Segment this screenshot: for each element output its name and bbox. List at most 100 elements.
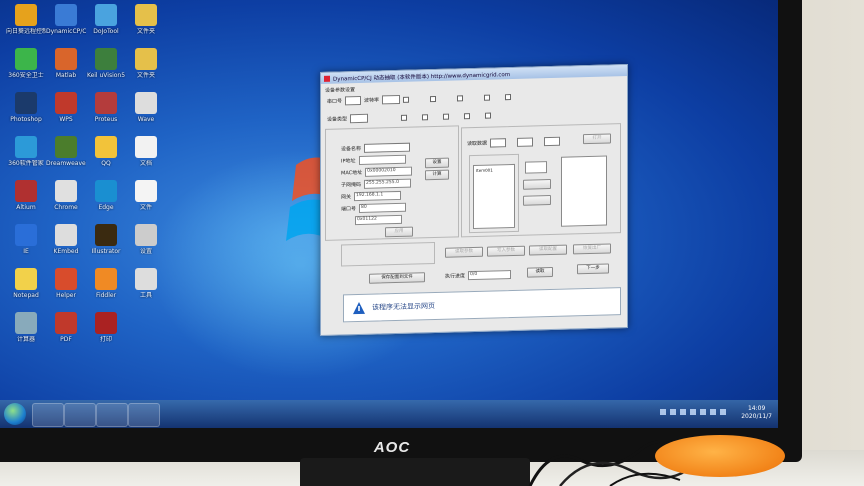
ip-field[interactable] <box>358 154 406 166</box>
desktop-icon[interactable]: QQ <box>86 136 126 167</box>
desktop-icon[interactable]: 文件夹 <box>126 48 166 79</box>
write-params-button[interactable]: 写入参数 <box>487 245 525 257</box>
desktop-icon[interactable]: Helper <box>46 268 86 299</box>
mask-field[interactable]: 255.255.255.0 <box>364 178 412 189</box>
desktop-icon[interactable]: 文件夹 <box>126 4 166 35</box>
load-button[interactable]: 读取 <box>527 266 553 278</box>
group-top-label: 设备参数设置 <box>325 86 355 94</box>
desktop-icon-label: PDF <box>60 336 72 343</box>
desktop-icon[interactable]: KEmbed <box>46 224 86 255</box>
desktop-icon[interactable]: PDF <box>46 312 86 343</box>
option-checkbox-10[interactable] <box>485 112 492 119</box>
clock-time: 14:09 <box>747 405 766 412</box>
open-button[interactable]: 打开 <box>583 133 611 145</box>
option-checkbox-3[interactable] <box>457 94 464 101</box>
system-clock[interactable]: 14:09 2020/11/7 <box>741 405 772 421</box>
desktop-icon[interactable]: Photoshop <box>6 92 46 123</box>
dialog-titlebar[interactable]: DynamicCP/CJ 动态抽取 (本软件版本) http://www.dyn… <box>321 64 627 85</box>
remove-button[interactable] <box>523 194 551 206</box>
tray-icon-4[interactable] <box>690 409 696 415</box>
desktop-icon[interactable]: Illustrator <box>86 224 126 255</box>
desktop-icon[interactable]: 设置 <box>126 224 166 255</box>
baud-select[interactable] <box>382 94 401 105</box>
option-checkbox-1[interactable] <box>403 96 410 103</box>
desktop-icon[interactable]: Proteus <box>86 92 126 123</box>
option-checkbox-4[interactable] <box>484 94 491 101</box>
name-label: 设备名称 <box>341 145 362 153</box>
desktop-icon[interactable]: Wave <box>126 92 166 123</box>
next-button[interactable]: 下一步 <box>577 263 609 275</box>
device-select[interactable] <box>350 113 369 124</box>
app-dialog[interactable]: DynamicCP/CJ 动态抽取 (本软件版本) http://www.dyn… <box>320 63 628 337</box>
progress-field: 0/0 <box>468 270 512 281</box>
option-checkbox-2[interactable] <box>430 95 437 102</box>
desktop-icon-image <box>15 4 37 26</box>
result-list[interactable] <box>561 155 607 227</box>
desktop-icon[interactable]: 工具 <box>126 268 166 299</box>
taskbar-app-button[interactable] <box>128 403 160 427</box>
list-item[interactable]: Item001 <box>474 165 514 175</box>
option-checkbox-8[interactable] <box>443 113 450 120</box>
option-checkbox-5[interactable] <box>505 93 512 100</box>
volume-icon[interactable] <box>710 409 716 415</box>
taskbar-media-button[interactable] <box>96 403 128 427</box>
tray-icon-5[interactable] <box>700 409 706 415</box>
desktop-icon[interactable]: Chrome <box>46 180 86 211</box>
tray-icon-2[interactable] <box>670 409 676 415</box>
mac-label: MAC地址 <box>341 169 363 177</box>
right-select-2[interactable] <box>517 137 534 147</box>
desktop-icon[interactable]: WPS <box>46 92 86 123</box>
desktop-icon[interactable]: 打印 <box>86 312 126 343</box>
start-button[interactable] <box>4 403 26 425</box>
desktop-icon[interactable]: 文件 <box>126 180 166 211</box>
port-field[interactable]: 80 <box>359 202 407 214</box>
save-config-button[interactable]: 保存配置到文件 <box>369 272 425 284</box>
calc-button[interactable]: 计算 <box>425 169 449 181</box>
factory-reset-button[interactable]: 恢复出厂 <box>573 243 611 255</box>
serial-field[interactable]: 0x01122 <box>355 214 402 226</box>
com-port-select[interactable] <box>345 95 362 106</box>
desktop-icon[interactable]: DynamicCP/CJ <box>46 4 86 35</box>
desktop-icon[interactable]: 360软件管家 <box>6 136 46 167</box>
desktop-icon[interactable]: Notepad <box>6 268 46 299</box>
desktop-icon[interactable]: Keil uVision5 <box>86 48 126 79</box>
desktop-icon[interactable]: 计算器 <box>6 312 46 343</box>
option-checkbox-9[interactable] <box>464 112 471 119</box>
apply-button[interactable]: 应用 <box>385 226 413 238</box>
mac-field[interactable]: 0x00002010 <box>365 166 413 177</box>
network-icon[interactable] <box>720 409 726 415</box>
desktop-icon-image <box>55 92 77 114</box>
right-select-3[interactable] <box>544 136 561 147</box>
desktop-icon[interactable]: DoJoTool <box>86 4 126 35</box>
desktop-screen: 向日葵远程控制 DynamicCP/CJ DoJoTool 文件夹 360安全卫士 Mat… <box>0 0 778 428</box>
small-field[interactable] <box>525 161 547 174</box>
desktop-icon[interactable]: IE <box>6 224 46 255</box>
right-select-1[interactable] <box>490 138 507 148</box>
read-config-button[interactable]: 读取配置 <box>529 244 567 256</box>
option-checkbox-7[interactable] <box>422 113 429 120</box>
name-select[interactable] <box>364 142 411 153</box>
desktop-icon-image <box>55 48 77 70</box>
tray-icon-1[interactable] <box>660 409 666 415</box>
taskbar-explorer-button[interactable] <box>64 403 96 427</box>
set-button[interactable]: 设置 <box>425 157 449 169</box>
desktop-icon[interactable]: 360安全卫士 <box>6 48 46 79</box>
desktop-icon[interactable]: Altium <box>6 180 46 211</box>
taskbar-ie-button[interactable] <box>32 403 64 427</box>
desktop-icon[interactable]: Fiddler <box>86 268 126 299</box>
item-list[interactable]: Item001 <box>473 163 515 230</box>
gateway-field[interactable]: 192.168.1.1 <box>354 190 402 202</box>
desktop-icon-label: KEmbed <box>53 248 79 255</box>
desktop-icon[interactable]: Edge <box>86 180 126 211</box>
desktop-icon-image <box>135 224 157 246</box>
tray-icon-3[interactable] <box>680 409 686 415</box>
desktop-icon[interactable]: 向日葵远程控制 <box>6 4 46 35</box>
add-button[interactable] <box>523 178 551 190</box>
desktop-icon-label: Helper <box>56 292 76 299</box>
desktop-icon-image <box>95 180 117 202</box>
read-params-button[interactable]: 读取参数 <box>445 246 483 258</box>
desktop-icon[interactable]: Matlab <box>46 48 86 79</box>
desktop-icon[interactable]: Dreamweaver <box>46 136 86 167</box>
desktop-icon[interactable]: 文档 <box>126 136 166 167</box>
option-checkbox-6[interactable] <box>401 114 408 121</box>
